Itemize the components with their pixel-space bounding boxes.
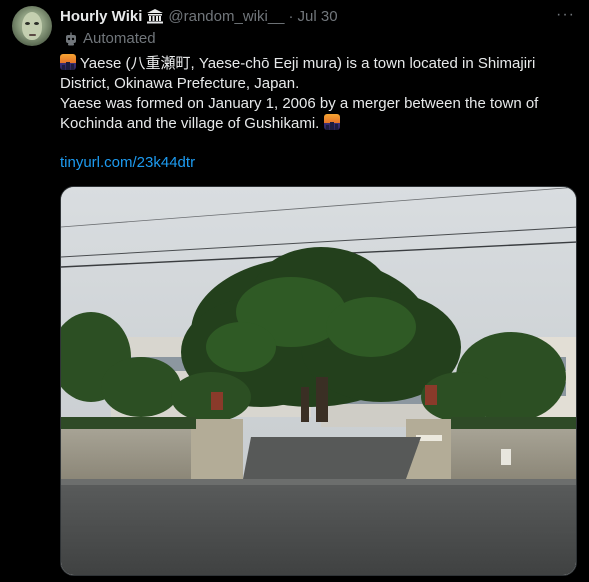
display-name[interactable]: Hourly Wiki xyxy=(60,8,142,25)
post-date[interactable]: Jul 30 xyxy=(298,8,338,25)
cityscape-emoji-icon xyxy=(60,54,76,70)
tweet-line-1: Yaese (八重瀬町, Yaese-chō Eeji mura) is a t… xyxy=(60,55,536,92)
robot-icon xyxy=(66,32,76,45)
tweet-text: Yaese (八重瀬町, Yaese-chō Eeji mura) is a t… xyxy=(60,54,578,134)
automated-label[interactable]: Automated xyxy=(64,30,156,47)
tweet-card[interactable]: Hourly Wiki @random_wiki__ · Jul 30 ··· … xyxy=(0,0,589,582)
cityscape-emoji-icon xyxy=(323,114,340,130)
tweet-line-2: Yaese was formed on January 1, 2006 by a… xyxy=(60,95,539,132)
media-photo[interactable] xyxy=(60,186,577,576)
handle[interactable]: @random_wiki__ xyxy=(168,8,284,25)
avatar-eye xyxy=(25,22,30,25)
avatar-eye xyxy=(34,22,39,25)
separator-dot: · xyxy=(288,7,294,25)
photo-image xyxy=(61,187,576,575)
tweet-link[interactable]: tinyurl.com/23k44dtr xyxy=(60,154,195,171)
tweet-paragraph-1: Yaese (八重瀬町, Yaese-chō Eeji mura) is a t… xyxy=(60,54,578,94)
avatar[interactable] xyxy=(12,6,52,46)
automated-text: Automated xyxy=(83,30,156,47)
tweet-paragraph-2: Yaese was formed on January 1, 2006 by a… xyxy=(60,94,578,134)
avatar-mouth xyxy=(29,34,36,36)
more-options-button[interactable]: ··· xyxy=(556,6,575,24)
bank-building-icon xyxy=(147,9,164,24)
tweet-header: Hourly Wiki @random_wiki__ · Jul 30 xyxy=(60,6,338,26)
